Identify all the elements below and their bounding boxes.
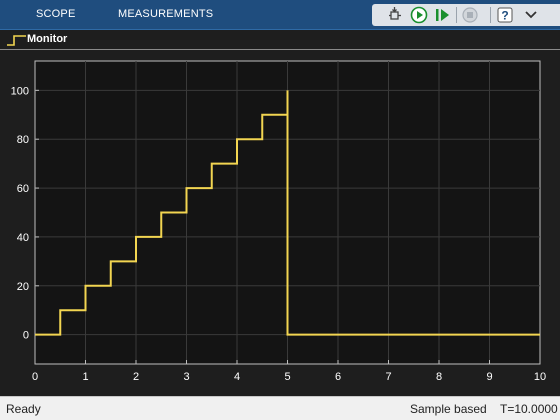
x-tick-label: 3	[183, 371, 189, 383]
status-sample-mode: Sample based	[410, 402, 487, 416]
x-tick-label: 2	[133, 371, 139, 383]
highlight-block-icon[interactable]	[386, 6, 404, 24]
x-tick-label: 7	[385, 371, 391, 383]
status-ready: Ready	[6, 402, 41, 416]
legend-bar	[0, 30, 560, 50]
step-forward-icon[interactable]	[434, 6, 452, 24]
quick-access-toolbar: ?	[372, 4, 560, 26]
y-tick-label: 40	[17, 232, 29, 244]
x-tick-label: 10	[534, 371, 546, 383]
legend-label[interactable]: Monitor	[27, 32, 67, 46]
stop-icon[interactable]	[461, 6, 479, 24]
tab-scope[interactable]: SCOPE	[30, 0, 82, 29]
status-bar: Ready Sample based T=10.0000	[0, 396, 560, 420]
y-tick-label: 0	[23, 330, 29, 342]
svg-text:?: ?	[501, 9, 508, 23]
y-tick-label: 20	[17, 281, 29, 293]
y-tick-label: 80	[17, 134, 29, 146]
x-tick-label: 0	[32, 371, 38, 383]
toolstrip: SCOPE MEASUREMENTS ?	[0, 0, 560, 30]
toolbar-divider	[490, 7, 491, 23]
tab-measurements[interactable]: MEASUREMENTS	[112, 0, 219, 29]
toolbar-divider	[456, 7, 457, 23]
x-tick-label: 4	[234, 371, 240, 383]
x-tick-label: 8	[436, 371, 442, 383]
expand-menu-icon[interactable]	[522, 6, 540, 24]
x-tick-label: 1	[82, 371, 88, 383]
y-tick-label: 60	[17, 183, 29, 195]
status-time: T=10.0000	[500, 402, 558, 416]
help-icon[interactable]: ?	[496, 6, 514, 24]
x-tick-label: 6	[335, 371, 341, 383]
x-tick-label: 9	[486, 371, 492, 383]
scope-plot[interactable]: 0 1 2 3 4 5 6 7 8 9 10020406080100	[0, 50, 560, 396]
x-tick-label: 5	[284, 371, 290, 383]
legend-step-icon[interactable]	[6, 33, 28, 47]
y-tick-label: 100	[11, 85, 29, 97]
run-icon[interactable]	[410, 6, 428, 24]
